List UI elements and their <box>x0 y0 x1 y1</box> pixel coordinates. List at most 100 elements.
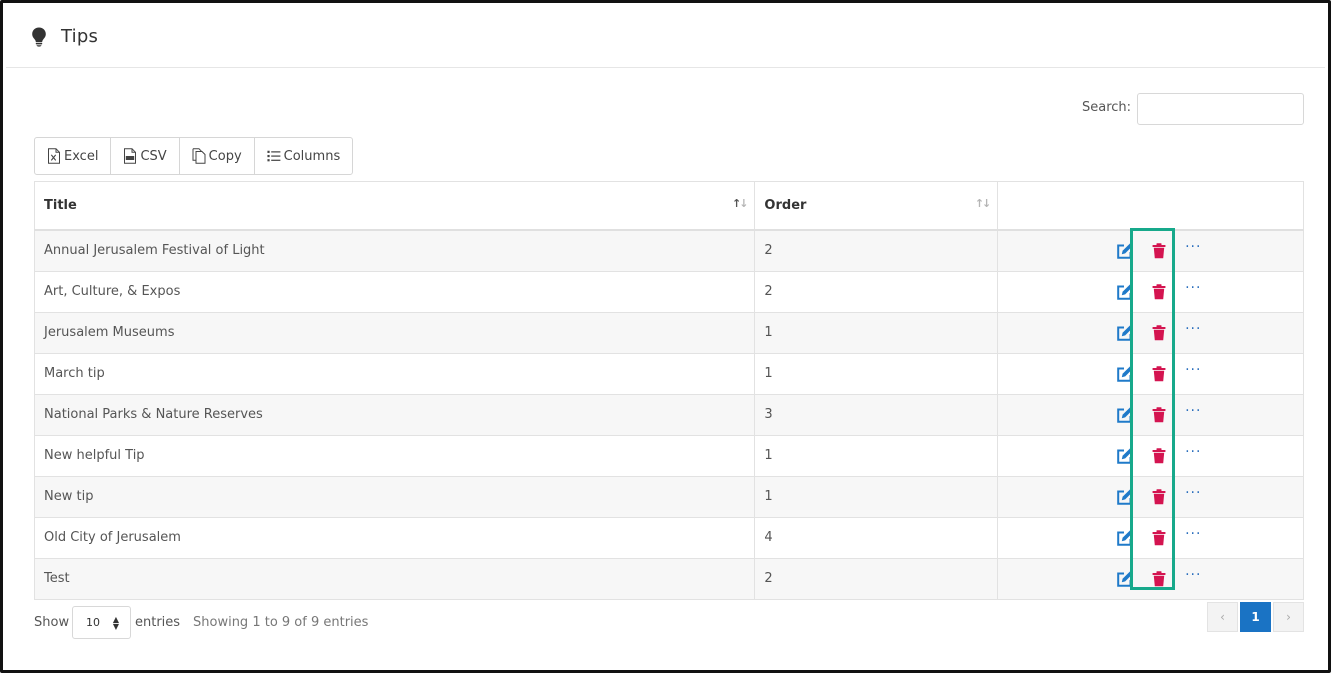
ellipsis-icon: ··· <box>1185 484 1202 501</box>
edit-icon <box>1117 570 1134 587</box>
delete-button[interactable] <box>1149 528 1169 548</box>
more-options-button[interactable]: ··· <box>1183 278 1203 298</box>
delete-button[interactable] <box>1149 446 1169 466</box>
edit-icon <box>1117 242 1134 259</box>
search-input[interactable] <box>1137 93 1304 125</box>
table-row: Annual Jerusalem Festival of Light 2 ··· <box>33 229 1304 272</box>
cell-order: 3 <box>754 393 999 436</box>
cell-order: 1 <box>754 311 999 354</box>
ellipsis-icon: ··· <box>1185 279 1202 296</box>
cell-actions: ··· <box>997 393 1304 436</box>
table-row: Jerusalem Museums 1 ··· <box>33 311 1304 354</box>
cell-title: New helpful Tip <box>33 434 756 477</box>
edit-icon <box>1117 488 1134 505</box>
table-row: New tip 1 ··· <box>33 475 1304 518</box>
more-options-button[interactable]: ··· <box>1183 401 1203 421</box>
next-page-button[interactable]: › <box>1273 602 1304 632</box>
trash-icon <box>1152 324 1166 340</box>
cell-title: New tip <box>33 475 756 518</box>
table-row: Old City of Jerusalem 4 ··· <box>33 516 1304 559</box>
cell-actions: ··· <box>997 516 1304 559</box>
more-options-button[interactable]: ··· <box>1183 360 1203 380</box>
csv-label: CSV <box>140 148 167 164</box>
delete-button[interactable] <box>1149 282 1169 302</box>
cell-title: March tip <box>33 352 756 395</box>
copy-label: Copy <box>208 148 242 164</box>
cell-order: 2 <box>754 270 999 313</box>
columns-label: Columns <box>283 148 341 164</box>
more-options-button[interactable]: ··· <box>1183 524 1203 544</box>
chevron-right-icon: › <box>1286 610 1291 624</box>
excel-label: Excel <box>64 148 99 164</box>
delete-button[interactable] <box>1149 405 1169 425</box>
table-row: March tip 1 ··· <box>33 352 1304 395</box>
edit-button[interactable] <box>1115 569 1135 589</box>
more-options-button[interactable]: ··· <box>1183 237 1203 257</box>
cell-order: 2 <box>754 229 999 272</box>
excel-button[interactable]: Excel <box>35 138 112 174</box>
delete-button[interactable] <box>1149 487 1169 507</box>
list-icon <box>267 150 281 162</box>
delete-button[interactable] <box>1149 323 1169 343</box>
copy-icon <box>192 148 206 164</box>
trash-icon <box>1152 283 1166 299</box>
show-label: Show <box>34 615 70 630</box>
cell-order: 1 <box>754 434 999 477</box>
edit-button[interactable] <box>1115 405 1135 425</box>
page-length-select[interactable]: 10 ▲ ▼ <box>72 606 131 639</box>
cell-actions: ··· <box>997 270 1304 313</box>
edit-button[interactable] <box>1115 323 1135 343</box>
table-row: Test 2 ··· <box>33 557 1304 600</box>
cell-order: 4 <box>754 516 999 559</box>
cell-order: 1 <box>754 352 999 395</box>
table-row: New helpful Tip 1 ··· <box>33 434 1304 477</box>
delete-button[interactable] <box>1149 569 1169 589</box>
edit-button[interactable] <box>1115 364 1135 384</box>
csv-button[interactable]: CSV <box>111 138 180 174</box>
table-row: National Parks & Nature Reserves 3 ··· <box>33 393 1304 436</box>
delete-button[interactable] <box>1149 364 1169 384</box>
edit-icon <box>1117 529 1134 546</box>
cell-title: Old City of Jerusalem <box>33 516 756 559</box>
copy-button[interactable]: Copy <box>180 138 255 174</box>
edit-button[interactable] <box>1115 446 1135 466</box>
edit-button[interactable] <box>1115 241 1135 261</box>
ellipsis-icon: ··· <box>1185 402 1202 419</box>
edit-button[interactable] <box>1115 282 1135 302</box>
cell-title: National Parks & Nature Reserves <box>33 393 756 436</box>
chevron-left-icon: ‹ <box>1220 610 1225 624</box>
cell-actions: ··· <box>997 434 1304 477</box>
edit-icon <box>1117 447 1134 464</box>
trash-icon <box>1152 488 1166 504</box>
page-button-1[interactable]: 1 <box>1240 602 1271 632</box>
edit-icon <box>1117 324 1134 341</box>
more-options-button[interactable]: ··· <box>1183 483 1203 503</box>
columns-button[interactable]: Columns <box>255 138 353 174</box>
search-label: Search: <box>1082 100 1132 115</box>
cell-actions: ··· <box>997 557 1304 600</box>
edit-icon <box>1117 406 1134 423</box>
table-header-row: Title ↑↓ Order ↑↓ <box>33 181 1304 231</box>
trash-icon <box>1152 365 1166 381</box>
more-options-button[interactable]: ··· <box>1183 319 1203 339</box>
delete-button[interactable] <box>1149 241 1169 261</box>
ellipsis-icon: ··· <box>1185 238 1202 255</box>
csv-file-icon <box>124 148 137 164</box>
excel-file-icon <box>48 148 60 164</box>
column-header-title[interactable]: Title ↑↓ <box>33 181 756 231</box>
table-row: Art, Culture, & Expos 2 ··· <box>33 270 1304 313</box>
prev-page-button[interactable]: ‹ <box>1207 602 1238 632</box>
pagination: ‹ 1 › <box>1207 602 1304 632</box>
cell-title: Annual Jerusalem Festival of Light <box>33 229 756 272</box>
more-options-button[interactable]: ··· <box>1183 442 1203 462</box>
sort-asc-icon: ↑↓ <box>731 197 749 210</box>
edit-button[interactable] <box>1115 528 1135 548</box>
page-length-value: 10 <box>86 616 100 629</box>
column-header-order[interactable]: Order ↑↓ <box>754 181 999 231</box>
page-number: 1 <box>1251 610 1260 624</box>
edit-icon <box>1117 283 1134 300</box>
cell-order: 2 <box>754 557 999 600</box>
entries-label: entries <box>135 615 181 630</box>
edit-button[interactable] <box>1115 487 1135 507</box>
more-options-button[interactable]: ··· <box>1183 565 1203 585</box>
